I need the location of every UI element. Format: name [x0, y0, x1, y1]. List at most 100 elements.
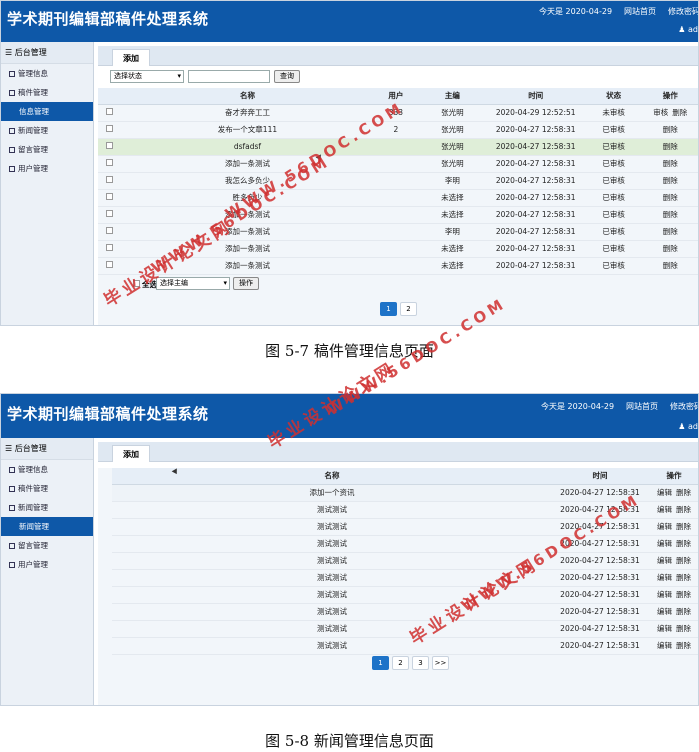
search-button[interactable]: 查询 [274, 70, 300, 83]
action-link[interactable]: 删除 [676, 505, 691, 514]
table-row[interactable]: 奋才奔奔工工 333 张光明 2020-04-29 12:52:51 未审核 审核 删除 [98, 104, 698, 122]
change-password-link[interactable]: 修改密码 [668, 6, 698, 17]
action-link[interactable]: 编辑 [657, 624, 672, 633]
action-link[interactable]: 删除 [663, 159, 678, 168]
table-row[interactable]: 添加一条测试 张光明 2020-04-27 12:58:31 已审核 删除 [98, 155, 698, 173]
table-row[interactable]: 测试测试 2020-04-27 12:58:31 编辑 删除 [112, 637, 698, 655]
action-link[interactable]: 删除 [676, 641, 691, 650]
cell-user [373, 240, 419, 258]
table-row[interactable]: 测试测试 2020-04-27 12:58:31 编辑 删除 [112, 552, 698, 570]
action-link[interactable]: 删除 [676, 539, 691, 548]
table-row[interactable]: 测试测试 2020-04-27 12:58:31 编辑 删除 [112, 620, 698, 638]
home-link[interactable]: 网站首页 [626, 401, 658, 412]
sidebar-item-info-management[interactable]: 信息管理 [1, 102, 93, 121]
page-button[interactable]: 2 [400, 302, 417, 316]
action-link[interactable]: 编辑 [657, 488, 672, 497]
page-button[interactable]: 1 [372, 656, 389, 670]
row-checkbox[interactable] [106, 227, 114, 234]
action-link[interactable]: 删除 [676, 607, 691, 616]
action-link[interactable]: 删除 [663, 227, 678, 236]
table-row[interactable]: dsfadsf 张光明 2020-04-27 12:58:31 已审核 删除 [98, 138, 698, 156]
sidebar-item-manuscripts[interactable]: 稿件管理 [1, 83, 93, 102]
col-actions: 操作 [642, 88, 698, 105]
table-row[interactable]: 测试测试 2020-04-27 12:58:31 编辑 删除 [112, 586, 698, 604]
select-all-checkbox[interactable] [133, 279, 140, 287]
editor-select[interactable]: 选择主编 ▾ [156, 276, 230, 290]
sidebar-item-news[interactable]: 新闻管理 [1, 121, 93, 140]
sidebar-item-admin-info[interactable]: 管理信息 [1, 64, 93, 83]
row-checkbox[interactable] [106, 244, 114, 251]
tab-add[interactable]: 添加 [112, 445, 150, 462]
cell-actions: 编辑 删除 [648, 620, 698, 638]
action-link[interactable]: 编辑 [657, 641, 672, 650]
cell-name: 测试测试 [112, 552, 552, 570]
table-row[interactable]: 胜多负少 未选择 2020-04-27 12:58:31 已审核 删除 [98, 189, 698, 207]
row-checkbox[interactable] [106, 159, 114, 166]
action-link[interactable]: 编辑 [657, 505, 672, 514]
action-link[interactable]: 删除 [676, 522, 691, 531]
action-link[interactable]: 编辑 [657, 590, 672, 599]
table-row[interactable]: 测试测试 2020-04-27 12:58:31 编辑 删除 [112, 569, 698, 587]
next-page-button[interactable]: >> [432, 656, 449, 670]
sidebar-item-messages[interactable]: 留言管理 [1, 536, 93, 555]
sidebar-item-manuscripts[interactable]: 稿件管理 [1, 479, 93, 498]
home-link[interactable]: 网站首页 [624, 6, 656, 17]
table-row[interactable]: 我怎么多负少 李明 2020-04-27 12:58:31 已审核 删除 [98, 172, 698, 190]
action-link[interactable]: 删除 [676, 573, 691, 582]
action-link[interactable]: 编辑 [657, 522, 672, 531]
sidebar-item-news[interactable]: 新闻管理 [1, 498, 93, 517]
action-link[interactable]: 删除 [676, 624, 691, 633]
folder-icon [9, 486, 15, 492]
page-button[interactable]: 3 [412, 656, 429, 670]
table-row[interactable]: 添加一条测试 未选择 2020-04-27 12:58:31 已审核 删除 [98, 257, 698, 275]
action-link[interactable]: 删除 [663, 193, 678, 202]
table-row[interactable]: 添加一个资讯 2020-04-27 12:58:31 编辑 删除 [112, 484, 698, 502]
row-checkbox[interactable] [106, 261, 114, 268]
change-password-link[interactable]: 修改密码 [670, 401, 698, 412]
action-link[interactable]: 删除 [663, 210, 678, 219]
action-link[interactable]: 编辑 [657, 539, 672, 548]
table-row[interactable]: 测试测试 2020-04-27 12:58:31 编辑 删除 [112, 535, 698, 553]
page-button[interactable]: 2 [392, 656, 409, 670]
action-link[interactable]: 删除 [663, 125, 678, 134]
cell-user [373, 189, 419, 207]
row-checkbox[interactable] [106, 210, 114, 217]
table-row[interactable]: 添加一条测试 未选择 2020-04-27 12:58:31 已审核 删除 [98, 240, 698, 258]
sidebar-item-messages[interactable]: 留言管理 [1, 140, 93, 159]
action-link[interactable]: 编辑 [657, 556, 672, 565]
action-link[interactable]: 删除 [672, 108, 687, 117]
action-link[interactable]: 删除 [663, 261, 678, 270]
action-link[interactable]: 删除 [676, 556, 691, 565]
cell-user: 333 [373, 104, 419, 122]
sidebar-item-admin-info[interactable]: 管理信息 [1, 460, 93, 479]
sidebar-item-news-management[interactable]: 新闻管理 [1, 517, 93, 536]
action-link[interactable]: 删除 [676, 488, 691, 497]
action-link[interactable]: 删除 [663, 244, 678, 253]
action-link[interactable]: 删除 [676, 590, 691, 599]
cell-status: 已审核 [584, 172, 643, 190]
row-checkbox[interactable] [106, 176, 114, 183]
sidebar-item-users[interactable]: 用户管理 [1, 555, 93, 574]
table-row[interactable]: 测试测试 2020-04-27 12:58:31 编辑 删除 [112, 603, 698, 621]
sidebar-item-users[interactable]: 用户管理 [1, 159, 93, 178]
table-row[interactable]: 测试测试 2020-04-27 12:58:31 编辑 删除 [112, 501, 698, 519]
operate-button[interactable]: 操作 [233, 276, 259, 290]
table-row[interactable]: 测试测试 2020-04-27 12:58:31 编辑 删除 [112, 518, 698, 536]
row-checkbox[interactable] [106, 108, 114, 115]
folder-icon [9, 562, 15, 568]
search-input[interactable] [188, 70, 270, 83]
status-select[interactable]: 选择状态 ▾ [110, 70, 184, 83]
table-row[interactable]: 添加一条测试 未选择 2020-04-27 12:58:31 已审核 删除 [98, 206, 698, 224]
page-button[interactable]: 1 [380, 302, 397, 316]
row-checkbox[interactable] [106, 142, 114, 149]
action-link[interactable]: 删除 [663, 176, 678, 185]
tab-add[interactable]: 添加 [112, 49, 150, 66]
table-row[interactable]: 发布一个文章111 2 张光明 2020-04-27 12:58:31 已审核 删除 [98, 121, 698, 139]
action-link[interactable]: 编辑 [657, 573, 672, 582]
action-link[interactable]: 删除 [663, 142, 678, 151]
action-link[interactable]: 编辑 [657, 607, 672, 616]
row-checkbox[interactable] [106, 193, 114, 200]
table-row[interactable]: 添加一条测试 李明 2020-04-27 12:58:31 已审核 删除 [98, 223, 698, 241]
action-link[interactable]: 审核 [653, 108, 668, 117]
row-checkbox[interactable] [106, 125, 114, 132]
